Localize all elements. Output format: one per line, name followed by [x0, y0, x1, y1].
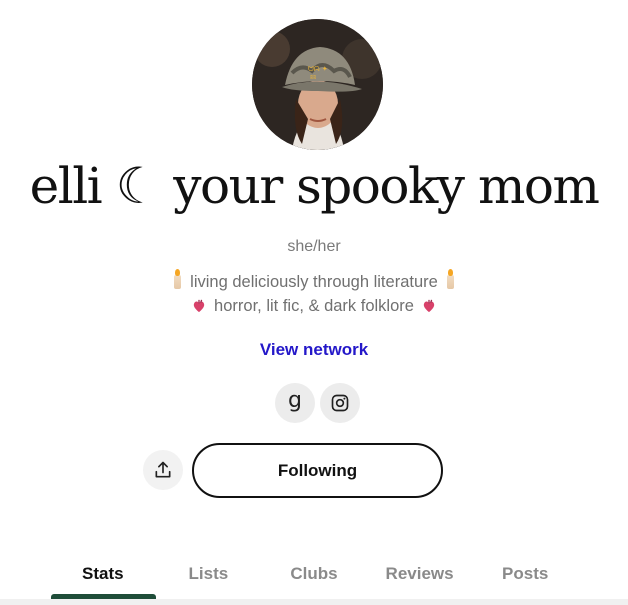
instagram-icon [331, 394, 349, 412]
display-name: elli ☾ your spooky mom [29, 157, 600, 215]
goodreads-icon: g [288, 388, 302, 413]
bio-line-2: horror, lit fic, & dark folklore [0, 294, 628, 318]
following-button[interactable]: Following [192, 443, 443, 498]
instagram-button[interactable] [320, 383, 360, 423]
avatar[interactable]: ᗢᗣ ✦ ʬʬ [252, 19, 383, 150]
social-links: g [275, 383, 360, 423]
candle-icon [446, 269, 454, 289]
view-network-link[interactable]: View network [0, 340, 628, 360]
bio: living deliciously through literature ho… [0, 269, 628, 318]
pronouns: she/her [287, 238, 341, 255]
svg-text:ᗢᗣ ✦: ᗢᗣ ✦ [308, 65, 328, 73]
tab-clubs[interactable]: Clubs [261, 560, 367, 605]
bio-text-1: living deliciously through literature [190, 273, 438, 291]
avatar-image: ᗢᗣ ✦ ʬʬ [252, 19, 383, 150]
share-button[interactable] [143, 450, 183, 490]
bio-text-2: horror, lit fic, & dark folklore [214, 297, 414, 315]
tab-reviews[interactable]: Reviews [367, 560, 473, 605]
bio-line-1: living deliciously through literature [0, 269, 628, 294]
goodreads-button[interactable]: g [275, 383, 315, 423]
tab-lists[interactable]: Lists [156, 560, 262, 605]
share-icon [155, 461, 171, 478]
profile-tabs: Stats Lists Clubs Reviews Posts [50, 560, 578, 605]
anatomical-heart-icon [193, 299, 205, 313]
tab-posts[interactable]: Posts [472, 560, 578, 605]
tab-stats[interactable]: Stats [50, 560, 156, 605]
anatomical-heart-icon [423, 299, 435, 313]
svg-text:ʬʬ: ʬʬ [310, 74, 316, 81]
candle-icon [174, 269, 182, 289]
profile-page: ᗢᗣ ✦ ʬʬ elli ☾ your spooky mom she/her l… [0, 0, 628, 605]
